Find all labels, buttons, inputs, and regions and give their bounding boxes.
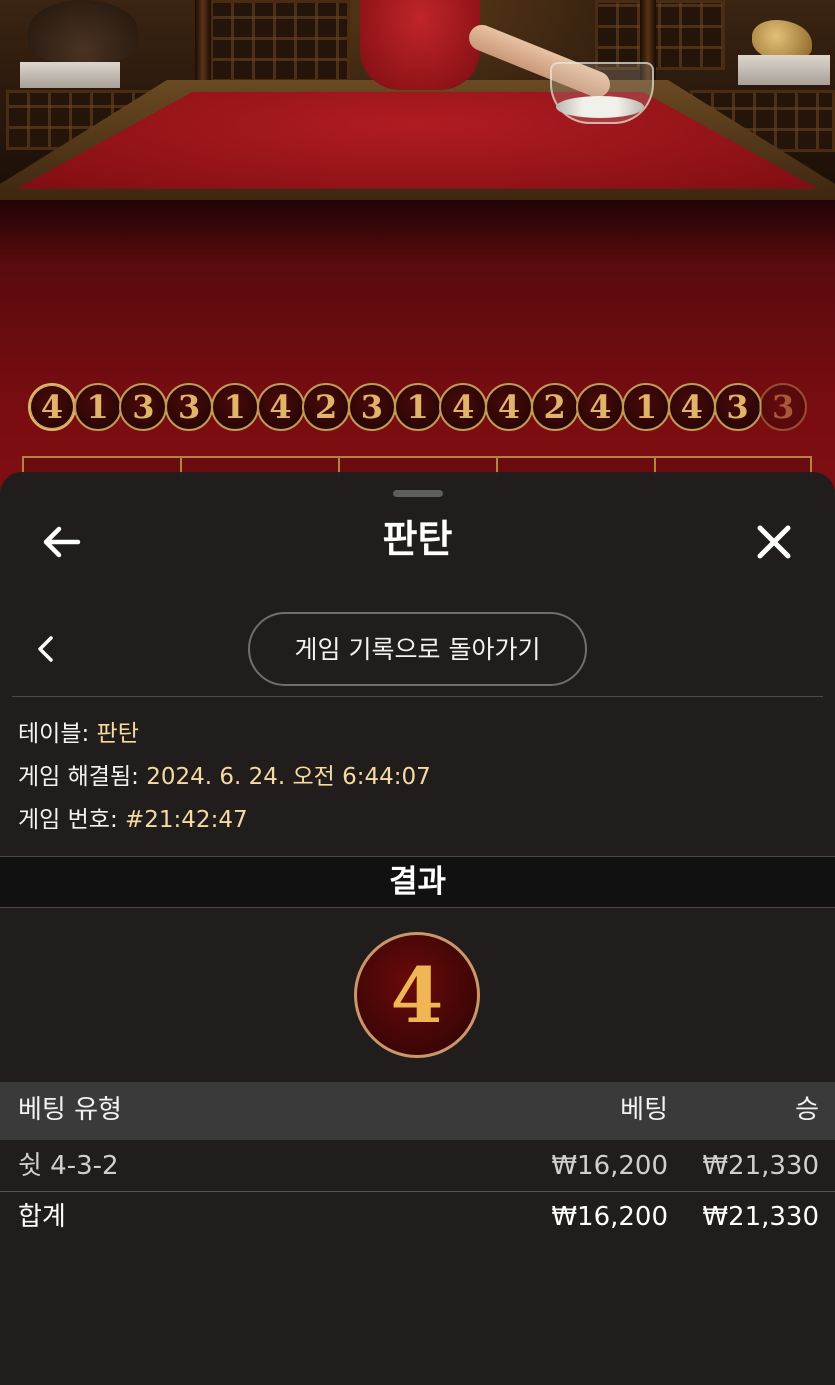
total-win: ₩21,330: [702, 1202, 819, 1232]
plant-pedestal: [20, 62, 120, 88]
result-number: 4: [390, 951, 444, 1040]
game-number-row: 게임 번호: #21:42:47: [18, 804, 248, 836]
history-ball: 1: [210, 383, 259, 431]
statue-pedestal: [738, 55, 830, 85]
history-ball: 3: [759, 383, 808, 431]
total-bet: ₩16,200: [551, 1202, 668, 1232]
history-ball: 3: [347, 383, 396, 431]
header-bet: 베팅: [620, 1095, 668, 1125]
result-number-ball: 4: [354, 932, 480, 1058]
back-lattice-right: [595, 0, 725, 70]
history-ball: 4: [667, 383, 716, 431]
history-ball: 4: [439, 383, 488, 431]
felt-shadow: [0, 200, 835, 260]
history-ball: 1: [73, 383, 122, 431]
history-ball: 4: [28, 383, 76, 431]
resolved-value: 2024. 6. 24. 오전 6:44:07: [146, 764, 431, 790]
game-detail-sheet: 판탄 게임 기록으로 돌아가기 테이블: 판탄 게임 해결됨: 2024. 6.…: [0, 472, 835, 1385]
header-win: 승: [795, 1095, 819, 1125]
table-row: 쉿 4-3-2 ₩16,200 ₩21,330: [0, 1141, 835, 1191]
history-ball: 1: [393, 383, 442, 431]
history-ball: 3: [165, 383, 214, 431]
bet-type-cell: 쉿 4-3-2: [18, 1151, 119, 1181]
divider: [12, 696, 823, 697]
resolved-info-row: 게임 해결됨: 2024. 6. 24. 오전 6:44:07: [18, 761, 431, 793]
history-ball: 2: [530, 383, 579, 431]
history-ball: 3: [713, 383, 762, 431]
game-number-label: 게임 번호:: [18, 807, 118, 833]
history-ball: 3: [119, 383, 168, 431]
table-value: 판탄: [96, 721, 139, 747]
back-lattice-left: [210, 0, 350, 82]
table-info-row: 테이블: 판탄: [18, 718, 139, 750]
bonsai-plant: [28, 0, 138, 62]
drag-handle[interactable]: [393, 490, 443, 497]
resolved-label: 게임 해결됨:: [18, 764, 139, 790]
game-number-value: #21:42:47: [125, 807, 248, 833]
total-row: 합계 ₩16,200 ₩21,330: [0, 1192, 835, 1242]
history-ball: 1: [622, 383, 671, 431]
beads: [556, 96, 644, 118]
win-amount-cell: ₩21,330: [702, 1151, 819, 1181]
total-label: 합계: [18, 1202, 66, 1232]
chevron-left-icon[interactable]: [32, 634, 62, 664]
history-ball: 2: [302, 383, 351, 431]
result-heading: 결과: [0, 856, 835, 908]
dealer: [360, 0, 480, 90]
bet-table-header: 베팅 유형 베팅 승: [0, 1082, 835, 1140]
bet-amount-cell: ₩16,200: [551, 1151, 668, 1181]
table-label: 테이블:: [18, 721, 90, 747]
history-ball: 4: [576, 383, 625, 431]
back-to-history-button[interactable]: 게임 기록으로 돌아가기: [248, 612, 587, 686]
result-history-road: 41331423144241433: [28, 383, 835, 435]
history-ball: 4: [256, 383, 305, 431]
close-icon[interactable]: [752, 520, 796, 564]
panel-title: 판탄: [382, 517, 453, 561]
header-bet-type: 베팅 유형: [18, 1095, 122, 1125]
history-ball: 4: [485, 383, 533, 431]
